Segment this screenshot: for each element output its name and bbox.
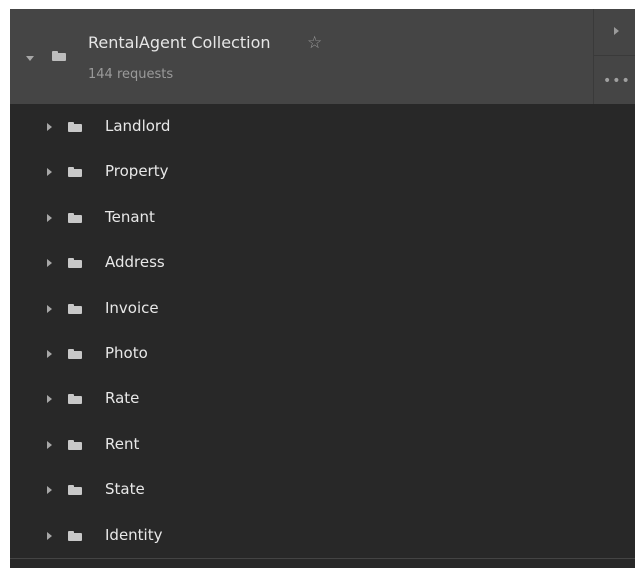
caret-down-icon[interactable] <box>26 56 34 61</box>
caret-right-icon[interactable] <box>47 531 52 540</box>
ellipsis-icon: ••• <box>603 73 631 89</box>
collection-header[interactable]: RentalAgent Collection ☆ 144 requests ••… <box>10 9 635 104</box>
folder-item-rent[interactable]: Rent <box>10 422 635 467</box>
folder-label: Landlord <box>105 117 171 135</box>
request-count: 144 requests <box>88 67 174 82</box>
collections-panel: RentalAgent Collection ☆ 144 requests ••… <box>10 9 635 568</box>
caret-right-icon[interactable] <box>47 123 52 131</box>
caret-right-icon[interactable] <box>47 168 52 177</box>
star-icon[interactable]: ☆ <box>307 33 322 53</box>
more-actions-button[interactable]: ••• <box>593 56 635 104</box>
caret-right-icon[interactable] <box>47 304 52 313</box>
folder-label: Property <box>105 162 169 181</box>
folder-item-photo[interactable]: Photo <box>10 331 635 376</box>
caret-right-icon[interactable] <box>47 259 52 268</box>
caret-right-icon[interactable] <box>47 349 52 358</box>
folder-item-landlord[interactable]: Landlord <box>10 104 635 149</box>
folder-icon <box>68 212 82 223</box>
folder-label: Photo <box>105 343 148 362</box>
folder-item-tenant[interactable]: Tenant <box>10 195 635 240</box>
play-icon <box>614 27 619 35</box>
folder-label: Invoice <box>105 298 159 317</box>
folder-item-state[interactable]: State <box>10 467 635 512</box>
folder-item-identity[interactable]: Identity <box>10 513 635 558</box>
caret-right-icon[interactable] <box>47 486 52 495</box>
folder-item-property[interactable]: Property <box>10 149 635 194</box>
folder-icon <box>68 485 82 496</box>
folder-icon <box>68 167 82 178</box>
folder-item-address[interactable]: Address <box>10 240 635 285</box>
folder-item-rate[interactable]: Rate <box>10 376 635 421</box>
folder-label: Rent <box>105 434 140 453</box>
folder-label: Address <box>105 253 165 272</box>
folder-icon <box>68 530 82 541</box>
caret-right-icon[interactable] <box>47 213 52 222</box>
collection-name[interactable]: RentalAgent Collection <box>88 33 271 52</box>
folder-label: State <box>105 480 145 499</box>
folder-icon <box>68 394 82 405</box>
folder-label: Rate <box>105 389 140 408</box>
folder-label: Tenant <box>105 207 155 226</box>
run-collection-button[interactable] <box>593 9 635 56</box>
folder-label: Identity <box>105 525 163 544</box>
folder-icon <box>68 439 82 450</box>
caret-right-icon[interactable] <box>47 395 52 404</box>
folder-icon <box>68 348 82 359</box>
caret-right-icon[interactable] <box>47 440 52 449</box>
folder-item-invoice[interactable]: Invoice <box>10 286 635 331</box>
folder-icon <box>68 122 82 132</box>
collection-actions: ••• <box>593 9 635 104</box>
folder-icon <box>68 258 82 269</box>
collection-folder-icon <box>52 51 66 61</box>
folder-icon <box>68 303 82 314</box>
divider <box>10 558 635 559</box>
folder-list: Landlord Property Tenant Address Invoice… <box>10 104 635 558</box>
